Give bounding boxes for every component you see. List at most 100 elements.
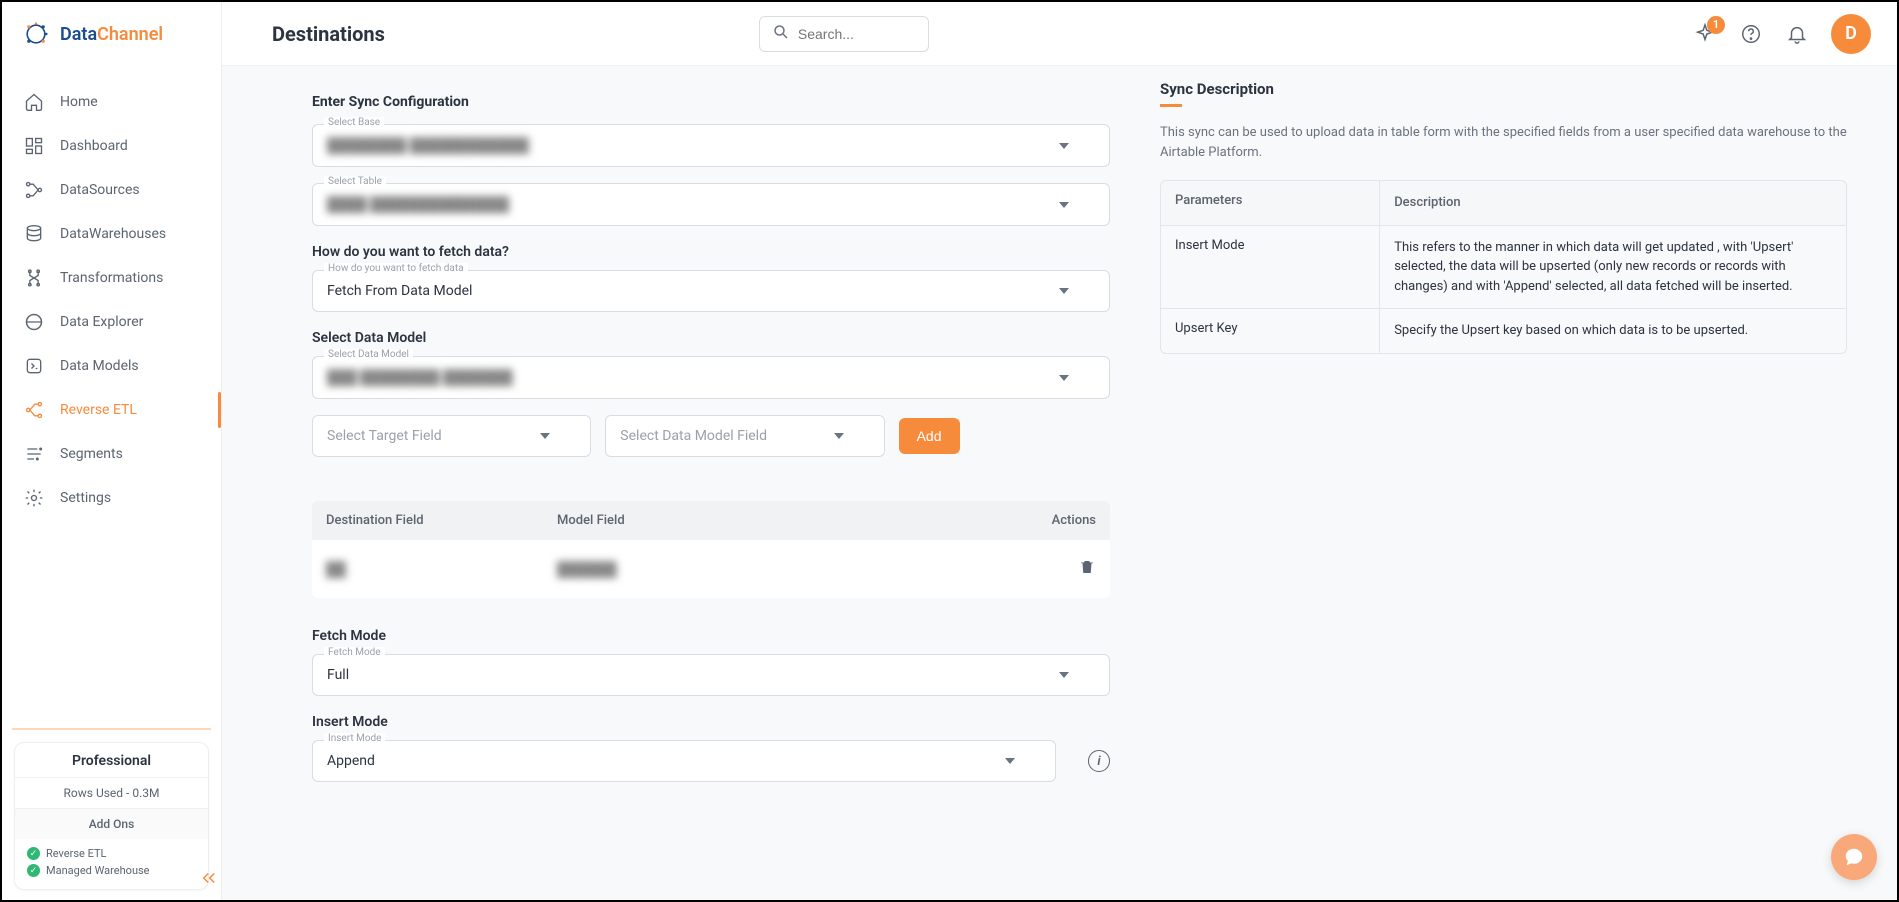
parameter-table: Parameters Description Insert Mode This … bbox=[1160, 180, 1847, 354]
cell-model: ██████ bbox=[557, 561, 1016, 578]
fetch-question: How do you want to fetch data? bbox=[312, 244, 1110, 260]
select-target-field[interactable]: Select Target Field bbox=[312, 415, 591, 457]
collapse-sidebar-button[interactable] bbox=[195, 864, 223, 892]
select-table[interactable]: ████ ██████████████ bbox=[312, 183, 1110, 226]
logo[interactable]: DataChannel bbox=[2, 2, 221, 70]
sidebar-item-reverseetl[interactable]: Reverse ETL bbox=[2, 388, 221, 432]
sidebar-item-home[interactable]: Home bbox=[2, 80, 221, 124]
info-icon[interactable]: i bbox=[1088, 750, 1110, 772]
table-row: ██ ██████ bbox=[312, 540, 1110, 598]
col-model-field: Model Field bbox=[557, 513, 1016, 528]
search-input[interactable] bbox=[798, 26, 916, 42]
insert-mode-row: Insert Mode Append i bbox=[312, 740, 1110, 782]
sidebar-item-dashboard[interactable]: Dashboard bbox=[2, 124, 221, 168]
chevron-down-icon bbox=[1059, 375, 1069, 381]
fetch-how-field: How do you want to fetch data Fetch From… bbox=[312, 270, 1110, 312]
plan-addons-list: ✓Reverse ETL ✓Managed Warehouse bbox=[15, 839, 208, 889]
param-name: Insert Mode bbox=[1161, 226, 1380, 309]
sidebar-item-datamodels[interactable]: Data Models bbox=[2, 344, 221, 388]
fetch-mode-select[interactable]: Full bbox=[312, 654, 1110, 696]
description-title: Sync Description bbox=[1160, 80, 1847, 98]
insert-mode-select[interactable]: Append bbox=[312, 740, 1056, 782]
chevron-down-icon bbox=[1059, 672, 1069, 678]
sidebar-item-transformations[interactable]: Transformations bbox=[2, 256, 221, 300]
sidebar-item-label: Settings bbox=[60, 490, 111, 506]
avatar[interactable]: D bbox=[1831, 14, 1871, 54]
addon-item: ✓Reverse ETL bbox=[27, 845, 196, 862]
warehouse-icon bbox=[24, 224, 44, 244]
add-button[interactable]: Add bbox=[899, 418, 960, 454]
fetch-how-select[interactable]: Fetch From Data Model bbox=[312, 270, 1110, 312]
plan-card: Professional Rows Used - 0.3M Add Ons ✓R… bbox=[14, 742, 209, 890]
home-icon bbox=[24, 92, 44, 112]
top-actions: 1 D bbox=[1693, 14, 1871, 54]
logo-text: DataChannel bbox=[60, 24, 163, 45]
notification-badge: 1 bbox=[1707, 16, 1725, 34]
select-model-field[interactable]: Select Data Model Field bbox=[605, 415, 884, 457]
param-desc: This refers to the manner in which data … bbox=[1380, 226, 1846, 309]
fetch-mode-field: Fetch Mode Full bbox=[312, 654, 1110, 696]
gear-icon bbox=[24, 488, 44, 508]
sidebar-item-label: Transformations bbox=[60, 270, 163, 286]
explorer-icon bbox=[24, 312, 44, 332]
chevron-down-icon bbox=[1059, 143, 1069, 149]
mapping-table-head: Destination Field Model Field Actions bbox=[312, 501, 1110, 540]
cell-destination: ██ bbox=[326, 561, 557, 578]
sidebar-item-segments[interactable]: Segments bbox=[2, 432, 221, 476]
col-destination-field: Destination Field bbox=[326, 513, 557, 528]
sidebar-item-label: Dashboard bbox=[60, 138, 128, 154]
datasources-icon bbox=[24, 180, 44, 200]
logo-icon bbox=[20, 18, 52, 50]
chat-button[interactable] bbox=[1831, 834, 1877, 880]
field-label: Insert Mode bbox=[324, 733, 385, 744]
plan-addons-title: Add Ons bbox=[15, 808, 208, 839]
sidebar-item-dataexplorer[interactable]: Data Explorer bbox=[2, 300, 221, 344]
select-base-field: Select Base ████████ ████████████ bbox=[312, 124, 1110, 167]
field-label: Select Data Model bbox=[324, 349, 413, 360]
sidebar-item-label: Data Models bbox=[60, 358, 139, 374]
description-column: Sync Description This sync can be used t… bbox=[1160, 80, 1897, 900]
models-icon bbox=[24, 356, 44, 376]
table-row: Insert Mode This refers to the manner in… bbox=[1161, 226, 1846, 310]
check-icon: ✓ bbox=[27, 847, 40, 860]
page-title: Destinations bbox=[272, 22, 385, 46]
help-icon[interactable] bbox=[1739, 22, 1763, 46]
sidebar-item-settings[interactable]: Settings bbox=[2, 476, 221, 520]
main: Destinations 1 D Enter bbox=[222, 2, 1897, 900]
chevron-down-icon bbox=[540, 433, 550, 439]
sidebar-item-label: Reverse ETL bbox=[60, 402, 137, 418]
search-input-wrap[interactable] bbox=[759, 16, 929, 52]
search-icon bbox=[772, 23, 790, 45]
sidebar-item-datawarehouses[interactable]: DataWarehouses bbox=[2, 212, 221, 256]
select-data-model[interactable]: ███ ████████ ███████ bbox=[312, 356, 1110, 399]
select-base[interactable]: ████████ ████████████ bbox=[312, 124, 1110, 167]
param-head-parameters: Parameters bbox=[1161, 181, 1380, 225]
chevron-down-icon bbox=[834, 433, 844, 439]
chevron-down-icon bbox=[1005, 758, 1015, 764]
segments-icon bbox=[24, 444, 44, 464]
param-table-head: Parameters Description bbox=[1161, 181, 1846, 226]
plan-name: Professional bbox=[15, 753, 208, 777]
title-underline bbox=[1160, 104, 1182, 107]
sidebar-item-label: DataSources bbox=[60, 182, 140, 198]
insert-mode-title: Insert Mode bbox=[312, 714, 1110, 730]
trash-icon[interactable] bbox=[1078, 564, 1096, 580]
sparkle-icon[interactable]: 1 bbox=[1693, 22, 1717, 46]
select-data-model-field: Select Data Model ███ ████████ ███████ bbox=[312, 356, 1110, 399]
bell-icon[interactable] bbox=[1785, 22, 1809, 46]
chevron-down-icon bbox=[1059, 202, 1069, 208]
col-actions: Actions bbox=[1016, 513, 1096, 528]
field-label: Select Table bbox=[324, 176, 386, 187]
content: Enter Sync Configuration Select Base ███… bbox=[222, 66, 1897, 900]
plan-rows: Rows Used - 0.3M bbox=[15, 777, 208, 808]
select-data-model-title: Select Data Model bbox=[312, 330, 1110, 346]
field-label: How do you want to fetch data bbox=[324, 263, 468, 274]
transformations-icon bbox=[24, 268, 44, 288]
reverse-etl-icon bbox=[24, 400, 44, 420]
nav: Home Dashboard DataSources DataWarehouse… bbox=[2, 70, 221, 728]
section-title: Enter Sync Configuration bbox=[312, 94, 1110, 110]
divider bbox=[12, 728, 211, 730]
topbar: Destinations 1 D bbox=[222, 2, 1897, 66]
sidebar-item-datasources[interactable]: DataSources bbox=[2, 168, 221, 212]
form-column: Enter Sync Configuration Select Base ███… bbox=[222, 80, 1160, 900]
